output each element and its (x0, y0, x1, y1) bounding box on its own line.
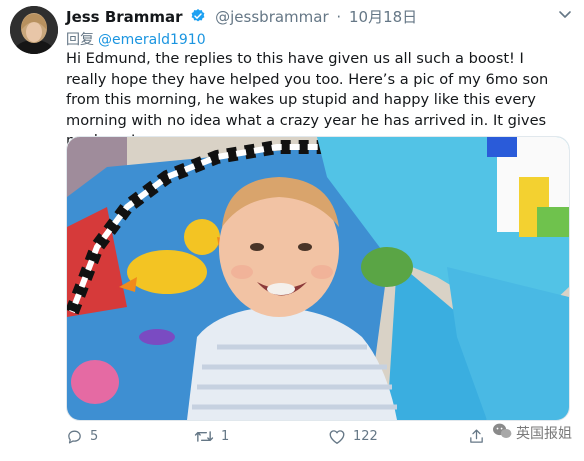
verified-badge-icon (190, 8, 206, 28)
tweet-photo[interactable] (66, 136, 570, 421)
watermark-logo-icon (492, 422, 512, 444)
tweet-date[interactable]: 10月18日 (349, 8, 417, 26)
avatar[interactable] (10, 6, 58, 54)
watermark-text: 英国报姐 (516, 426, 572, 442)
retweet-count: 1 (221, 429, 230, 444)
share-icon (468, 428, 485, 445)
author-handle[interactable]: @jessbrammar (215, 8, 329, 26)
retweet-button[interactable]: 1 (194, 428, 229, 445)
chevron-down-icon[interactable] (558, 6, 572, 25)
like-button[interactable]: 122 (328, 428, 378, 445)
reply-label: 回复 (66, 32, 94, 48)
share-button[interactable] (468, 428, 485, 445)
separator-dot: · (336, 8, 342, 26)
reply-count: 5 (90, 429, 99, 444)
tweet-header: Jess Brammar @jessbrammar · 10月18日 (66, 6, 564, 26)
retweet-icon (194, 428, 214, 445)
reply-mention-link[interactable]: @emerald1910 (98, 32, 206, 48)
watermark: 英国报姐 (492, 422, 572, 444)
reply-context: 回复 @emerald1910 (66, 29, 206, 49)
author-name[interactable]: Jess Brammar (66, 8, 183, 26)
like-icon (328, 428, 346, 445)
reply-icon (66, 428, 83, 445)
reply-button[interactable]: 5 (66, 428, 98, 445)
like-count: 122 (353, 429, 378, 444)
